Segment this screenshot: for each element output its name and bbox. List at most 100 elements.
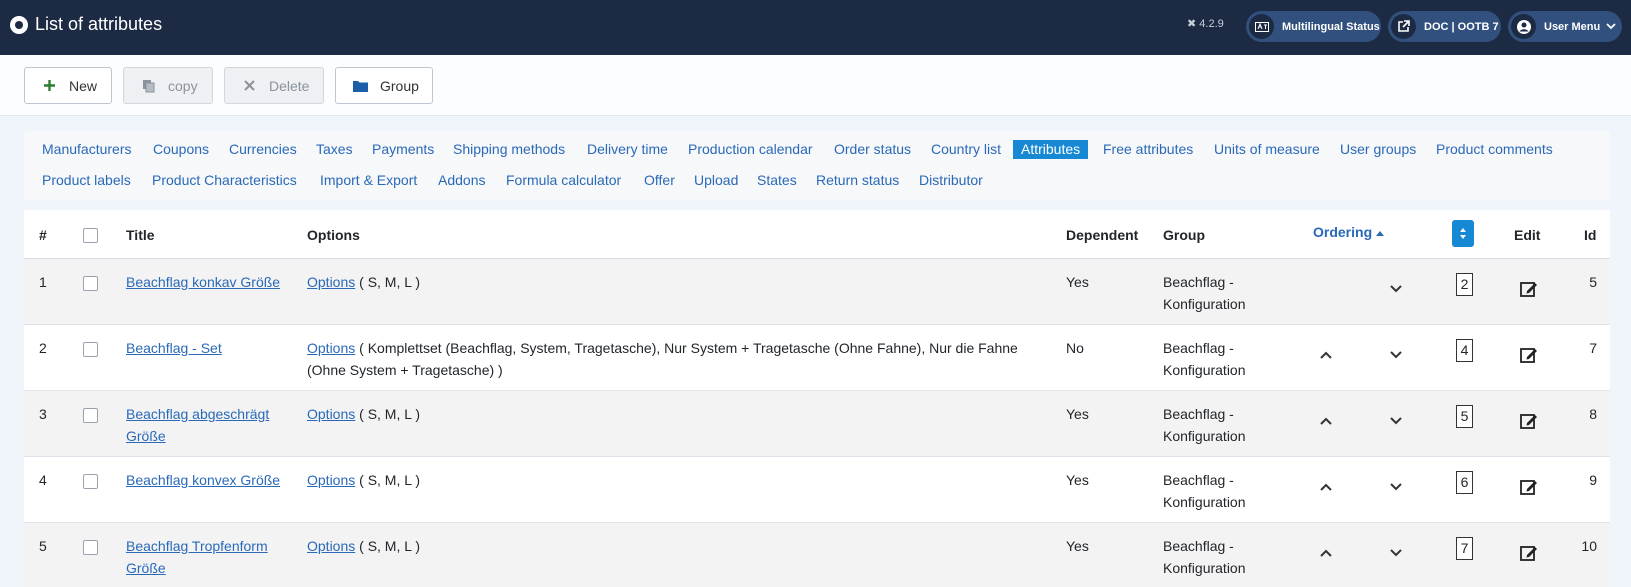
move-down-icon[interactable] [1388, 413, 1404, 429]
submenu-link-delivery-time[interactable]: Delivery time [587, 140, 668, 159]
copy-button[interactable]: copy [123, 67, 213, 104]
page-title: List of attributes [35, 14, 163, 34]
copy-icon [140, 78, 156, 94]
multilingual-status-button[interactable]: Multilingual Status [1246, 11, 1381, 42]
toolbar: New copy Delete Group [0, 55, 1631, 116]
attribute-title: Beachflag Tropfenform Größe [126, 535, 296, 579]
row-checkbox[interactable] [83, 342, 98, 357]
attribute-title-link[interactable]: Beachflag Tropfenform Größe [126, 538, 268, 576]
joomla-logo-icon[interactable] [10, 16, 28, 34]
submenu-link-manufacturers[interactable]: Manufacturers [42, 140, 131, 159]
row-number: 2 [39, 340, 47, 356]
submenu-link-product-characteristics[interactable]: Product Characteristics [152, 171, 297, 190]
move-up-icon[interactable] [1318, 545, 1334, 561]
version-label: ✖ 4.2.9 [1187, 18, 1224, 30]
dependent-value: Yes [1066, 472, 1089, 488]
row-number: 3 [39, 406, 47, 422]
attribute-title: Beachflag konkav Größe [126, 271, 296, 293]
submenu-link-production-calendar[interactable]: Production calendar [688, 140, 813, 159]
move-up-icon[interactable] [1318, 347, 1334, 363]
column-edit: Edit [1514, 227, 1541, 243]
close-icon [241, 78, 257, 94]
options-link[interactable]: Options [307, 340, 355, 356]
options-link[interactable]: Options [307, 274, 355, 290]
row-checkbox[interactable] [83, 474, 98, 489]
submenu-link-order-status[interactable]: Order status [834, 140, 911, 159]
order-input[interactable]: 4 [1456, 339, 1473, 362]
joomla-small-icon: ✖ [1187, 18, 1197, 30]
user-menu-button[interactable]: User Menu [1508, 11, 1622, 42]
attribute-id: 9 [1589, 472, 1597, 488]
submenu-link-taxes[interactable]: Taxes [316, 140, 353, 159]
sort-asc-icon [1376, 231, 1385, 237]
submenu-link-formula-calculator[interactable]: Formula calculator [506, 171, 621, 190]
options-link[interactable]: Options [307, 472, 355, 488]
table-row: 1 Beachflag konkav Größe Options ( S, M,… [24, 259, 1610, 325]
submenu-link-coupons[interactable]: Coupons [153, 140, 209, 159]
submenu-link-import-export[interactable]: Import & Export [320, 171, 417, 190]
external-link-icon [1391, 14, 1416, 39]
doc-button[interactable]: DOC | OOTB 7 [1388, 11, 1501, 42]
submenu-link-offer[interactable]: Offer [644, 171, 675, 190]
submenu-link-free-attributes[interactable]: Free attributes [1103, 140, 1193, 159]
submenu-link-return-status[interactable]: Return status [816, 171, 899, 190]
column-title[interactable]: Title [126, 227, 155, 243]
submenu-link-country-list[interactable]: Country list [931, 140, 1001, 159]
attribute-title: Beachflag konvex Größe [126, 469, 296, 491]
submenu-link-payments[interactable]: Payments [372, 140, 434, 159]
move-down-icon[interactable] [1388, 545, 1404, 561]
submenu-link-attributes[interactable]: Attributes [1013, 140, 1089, 159]
group-value: Beachflag - Konfiguration [1163, 340, 1246, 378]
dependent-value: Yes [1066, 406, 1089, 422]
submenu-link-currencies[interactable]: Currencies [229, 140, 297, 159]
submenu-link-units-of-measure[interactable]: Units of measure [1214, 140, 1320, 159]
attribute-title-link[interactable]: Beachflag - Set [126, 340, 222, 356]
select-all-checkbox[interactable] [83, 228, 98, 243]
submenu-link-addons[interactable]: Addons [438, 171, 485, 190]
attribute-title: Beachflag - Set [126, 337, 296, 359]
submenu-link-user-groups[interactable]: User groups [1340, 140, 1416, 159]
save-order-button[interactable] [1452, 220, 1474, 247]
options-link[interactable]: Options [307, 406, 355, 422]
submenu-link-states[interactable]: States [757, 171, 797, 190]
row-checkbox[interactable] [83, 276, 98, 291]
move-down-icon[interactable] [1388, 347, 1404, 363]
group-value: Beachflag - Konfiguration [1163, 406, 1246, 444]
row-checkbox[interactable] [83, 540, 98, 555]
move-up-icon[interactable] [1318, 479, 1334, 495]
row-number: 4 [39, 472, 47, 488]
attribute-id: 10 [1581, 538, 1597, 554]
submenu-link-product-labels[interactable]: Product labels [42, 171, 131, 190]
row-number: 1 [39, 274, 47, 290]
attribute-title-link[interactable]: Beachflag konkav Größe [126, 274, 280, 290]
submenu-link-upload[interactable]: Upload [694, 171, 738, 190]
edit-icon[interactable] [1519, 411, 1539, 431]
new-button[interactable]: New [24, 67, 112, 104]
group-button[interactable]: Group [335, 67, 433, 104]
order-input[interactable]: 2 [1456, 273, 1473, 296]
attribute-id: 8 [1589, 406, 1597, 422]
column-id[interactable]: Id [1584, 227, 1596, 243]
submenu-link-distributor[interactable]: Distributor [919, 171, 983, 190]
edit-icon[interactable] [1519, 279, 1539, 299]
row-checkbox[interactable] [83, 408, 98, 423]
edit-icon[interactable] [1519, 345, 1539, 365]
move-down-icon[interactable] [1388, 479, 1404, 495]
column-ordering[interactable]: Ordering [1313, 224, 1385, 240]
order-input[interactable]: 6 [1456, 471, 1473, 494]
submenu-link-product-comments[interactable]: Product comments [1436, 140, 1553, 159]
options-link[interactable]: Options [307, 538, 355, 554]
move-down-icon[interactable] [1388, 281, 1404, 297]
order-input[interactable]: 5 [1456, 405, 1473, 428]
attribute-title: Beachflag abgeschrägt Größe [126, 403, 296, 447]
order-input[interactable]: 7 [1456, 537, 1473, 560]
group-value: Beachflag - Konfiguration [1163, 538, 1246, 576]
column-options: Options [307, 227, 360, 243]
move-up-icon[interactable] [1318, 413, 1334, 429]
edit-icon[interactable] [1519, 477, 1539, 497]
attribute-title-link[interactable]: Beachflag abgeschrägt Größe [126, 406, 269, 444]
submenu-link-shipping-methods[interactable]: Shipping methods [453, 140, 565, 159]
delete-button[interactable]: Delete [224, 67, 324, 104]
attribute-title-link[interactable]: Beachflag konvex Größe [126, 472, 280, 488]
edit-icon[interactable] [1519, 543, 1539, 563]
